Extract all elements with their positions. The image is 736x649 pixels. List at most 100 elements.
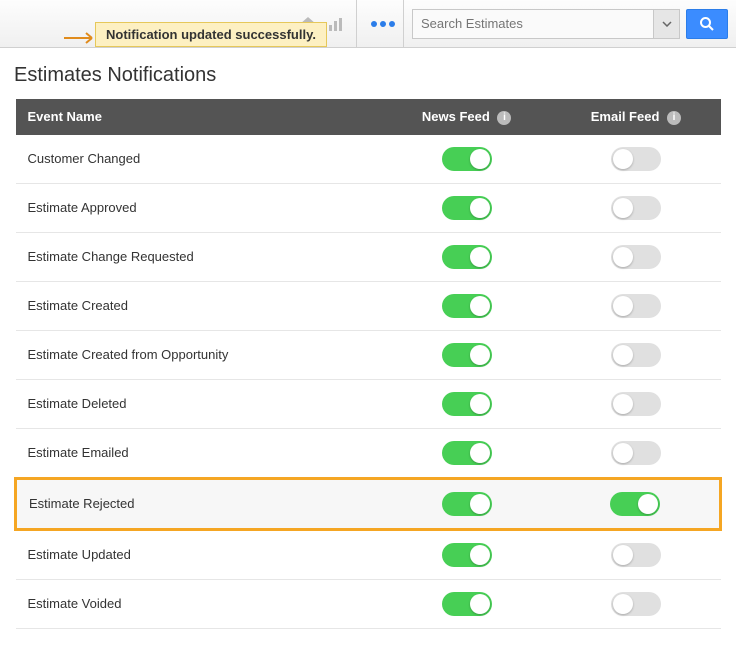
toggle-knob [470, 296, 490, 316]
header-event: Event Name [16, 99, 383, 135]
table-row: Estimate Created from Opportunity [16, 330, 721, 379]
email-feed-toggle[interactable] [611, 294, 661, 318]
toggle-knob [613, 394, 633, 414]
toggle-knob [470, 345, 490, 365]
header-email: Email Feed i [551, 99, 720, 135]
table-row: Estimate Updated [16, 529, 721, 579]
event-name-cell: Estimate Created [16, 281, 383, 330]
email-feed-cell [551, 379, 720, 428]
news-feed-cell [382, 330, 551, 379]
search-input[interactable] [412, 9, 680, 39]
event-name-cell: Customer Changed [16, 135, 383, 184]
news-feed-toggle[interactable] [442, 343, 492, 367]
email-feed-toggle[interactable] [611, 245, 661, 269]
news-feed-toggle[interactable] [442, 441, 492, 465]
search-box [412, 9, 680, 39]
toggle-knob [470, 149, 490, 169]
email-feed-cell [551, 478, 720, 529]
content: Estimates Notifications Event Name News … [0, 48, 736, 649]
email-feed-cell [551, 428, 720, 478]
table-row: Estimate Approved [16, 183, 721, 232]
email-feed-cell [551, 183, 720, 232]
event-name-cell: Estimate Approved [16, 183, 383, 232]
email-feed-toggle[interactable] [611, 196, 661, 220]
table-header: Event Name News Feed i Email Feed i [16, 99, 721, 135]
toggle-knob [470, 545, 490, 565]
table-row: Estimate Deleted [16, 379, 721, 428]
table-row: Estimate Created [16, 281, 721, 330]
info-icon[interactable]: i [667, 111, 681, 125]
info-icon[interactable]: i [497, 111, 511, 125]
table-row: Customer Changed [16, 135, 721, 184]
news-feed-toggle[interactable] [442, 592, 492, 616]
notification-toast: Notification updated successfully. [95, 22, 327, 47]
toggle-knob [470, 494, 490, 514]
email-feed-toggle[interactable] [611, 147, 661, 171]
news-feed-cell [382, 135, 551, 184]
news-feed-cell [382, 579, 551, 628]
search-button[interactable] [686, 9, 728, 39]
email-feed-toggle[interactable] [611, 592, 661, 616]
news-feed-toggle[interactable] [442, 245, 492, 269]
toggle-knob [613, 443, 633, 463]
separator [356, 0, 357, 47]
email-feed-toggle[interactable] [611, 441, 661, 465]
callout-arrow-icon [62, 30, 98, 46]
toggle-knob [638, 494, 658, 514]
toggle-knob [613, 247, 633, 267]
event-name-cell: Estimate Deleted [16, 379, 383, 428]
table-row: Estimate Emailed [16, 428, 721, 478]
toggle-knob [613, 345, 633, 365]
news-feed-cell [382, 428, 551, 478]
header-news: News Feed i [382, 99, 551, 135]
toggle-knob [613, 149, 633, 169]
page-title: Estimates Notifications [14, 64, 722, 87]
event-name-cell: Estimate Change Requested [16, 232, 383, 281]
dot-icon [371, 21, 377, 27]
email-feed-toggle[interactable] [611, 543, 661, 567]
email-feed-toggle[interactable] [611, 343, 661, 367]
dot-icon [380, 21, 386, 27]
news-feed-cell [382, 529, 551, 579]
toggle-knob [613, 545, 633, 565]
news-feed-toggle[interactable] [442, 196, 492, 220]
toggle-knob [613, 594, 633, 614]
email-feed-toggle[interactable] [610, 492, 660, 516]
toggle-knob [470, 594, 490, 614]
topbar: Notification updated successfully. [0, 0, 736, 48]
table-row: Estimate Change Requested [16, 232, 721, 281]
dot-icon [389, 21, 395, 27]
event-name-cell: Estimate Emailed [16, 428, 383, 478]
news-feed-toggle[interactable] [442, 392, 492, 416]
event-name-cell: Estimate Rejected [16, 478, 383, 529]
email-feed-toggle[interactable] [611, 392, 661, 416]
email-feed-cell [551, 529, 720, 579]
toggle-knob [470, 443, 490, 463]
email-feed-cell [551, 281, 720, 330]
more-menu-button[interactable] [363, 0, 403, 47]
table-row: Estimate Rejected [16, 478, 721, 529]
email-feed-cell [551, 135, 720, 184]
search-dropdown-button[interactable] [653, 10, 679, 38]
news-feed-toggle[interactable] [442, 294, 492, 318]
news-feed-cell [382, 183, 551, 232]
event-name-cell: Estimate Updated [16, 529, 383, 579]
table-row: Estimate Voided [16, 579, 721, 628]
toggle-knob [613, 296, 633, 316]
news-feed-cell [382, 232, 551, 281]
news-feed-toggle[interactable] [442, 147, 492, 171]
news-feed-cell [382, 379, 551, 428]
chevron-down-icon [662, 21, 672, 27]
search-icon [699, 16, 715, 32]
toggle-knob [613, 198, 633, 218]
email-feed-cell [551, 579, 720, 628]
search-area [403, 0, 736, 47]
toggle-knob [470, 198, 490, 218]
news-feed-toggle[interactable] [442, 543, 492, 567]
table-body: Customer ChangedEstimate ApprovedEstimat… [16, 135, 721, 629]
event-name-cell: Estimate Voided [16, 579, 383, 628]
email-feed-cell [551, 232, 720, 281]
topbar-right [294, 0, 736, 47]
news-feed-toggle[interactable] [442, 492, 492, 516]
event-name-cell: Estimate Created from Opportunity [16, 330, 383, 379]
